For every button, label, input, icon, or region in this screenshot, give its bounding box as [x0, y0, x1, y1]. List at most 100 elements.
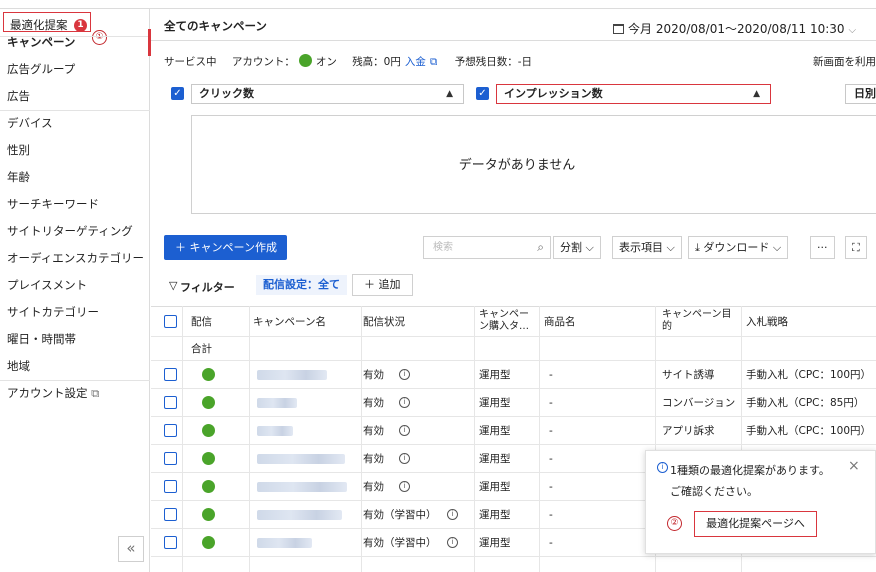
table-row[interactable]: 有効 i 運用型 - コンバージョン 手動入札（CPC：85円） [151, 389, 876, 417]
delivery-filter-pill[interactable]: 配信設定：全て [256, 275, 347, 295]
info-icon[interactable]: i [399, 369, 410, 380]
metric2-select[interactable]: インプレッション数 ▲ [496, 84, 771, 104]
row-product: - [549, 397, 553, 409]
close-icon[interactable]: × [848, 458, 860, 474]
create-campaign-button[interactable]: ＋ キャンペーン作成 [164, 235, 287, 260]
row-purchase-type: 運用型 [479, 397, 511, 409]
deposit-link[interactable]: 入金 [405, 56, 426, 68]
header-delivery-status: 配信状況 [363, 316, 405, 328]
filter-icon: ▽ [169, 279, 178, 292]
metric2-checkbox[interactable]: ✓ [476, 87, 489, 100]
new-screen-link[interactable]: 新画面を利用 [813, 54, 876, 69]
columns-button[interactable]: 表示項目 ⌵ [612, 236, 682, 259]
row-purchase-type: 運用型 [479, 509, 511, 521]
date-range-picker[interactable]: 今月 2020/08/01〜2020/08/11 10:30 ⌵ [613, 20, 856, 37]
sidebar-item[interactable]: 曜日・時間帯 [0, 326, 150, 353]
campaign-name-redacted[interactable] [257, 426, 293, 436]
row-checkbox[interactable] [164, 508, 177, 521]
split-button[interactable]: 分割 ⌵ [553, 236, 601, 259]
campaign-name-redacted[interactable] [257, 398, 297, 408]
sidebar-item-label: プレイスメント [7, 278, 88, 292]
row-checkbox[interactable] [164, 368, 177, 381]
table-row[interactable]: 有効 i 運用型 - サイト誘導 手動入札（CPC：100円） [151, 361, 876, 389]
add-filter-button[interactable]: ＋ 追加 [352, 274, 413, 296]
header-campaign-name: キャンペーン名 [253, 316, 326, 328]
select-all-checkbox[interactable] [164, 315, 177, 328]
campaign-name-redacted[interactable] [257, 538, 312, 548]
metric1-select[interactable]: クリック数 ▲ [191, 84, 464, 104]
row-checkbox[interactable] [164, 480, 177, 493]
sidebar-item[interactable]: 地域 [0, 353, 150, 380]
row-product: - [549, 509, 553, 521]
sidebar-item-label: キャンペーン [7, 35, 76, 49]
row-checkbox[interactable] [164, 536, 177, 549]
sidebar-divider [0, 380, 150, 381]
row-bidding: 手動入札（CPC：100円） [746, 369, 872, 381]
campaign-name-redacted[interactable] [257, 454, 345, 464]
sidebar-item[interactable]: アカウント設定 ⧉ [0, 380, 150, 407]
delivery-on-icon [202, 536, 215, 549]
sidebar-item[interactable]: キャンペーン [0, 29, 151, 56]
no-data-message: データがありません [458, 158, 576, 173]
metric1-checkbox[interactable]: ✓ [171, 87, 184, 100]
row-purchase-type: 運用型 [479, 453, 511, 465]
chart-area: データがありません [191, 115, 876, 214]
info-icon[interactable]: i [447, 509, 458, 520]
select-arrows-icon: ▲ [446, 89, 453, 99]
info-icon[interactable]: i [447, 537, 458, 548]
sidebar-divider [0, 110, 150, 111]
sidebar-item[interactable]: 性別 [0, 137, 150, 164]
sidebar-item[interactable]: 広告 [0, 83, 150, 110]
row-checkbox[interactable] [164, 396, 177, 409]
column-divider [361, 306, 362, 572]
external-link-icon: ⧉ [87, 386, 100, 400]
expand-button[interactable]: ⛶ [845, 236, 867, 259]
sidebar-item[interactable]: 年齢 [0, 164, 150, 191]
sidebar-item[interactable]: プレイスメント [0, 272, 150, 299]
chevron-down-icon: ⌵ [848, 25, 857, 36]
row-goal: サイト誘導 [662, 369, 715, 381]
search-input[interactable]: 検索 ⌕ [423, 236, 551, 259]
annotation-marker-2: ② [667, 516, 682, 531]
sidebar-item[interactable]: デバイス [0, 110, 150, 137]
table-row[interactable]: 有効 i 運用型 - アプリ訴求 手動入札（CPC：100円） [151, 417, 876, 445]
header-goal: キャンペーン目 的 [662, 309, 732, 332]
row-checkbox[interactable] [164, 424, 177, 437]
row-status: 有効 [363, 425, 384, 437]
metric1-value: クリック数 [199, 87, 254, 100]
sidebar-item-label: アカウント設定 [7, 386, 88, 400]
search-placeholder: 検索 [433, 242, 453, 253]
sidebar-item[interactable]: オーディエンスカテゴリー [0, 245, 150, 272]
info-icon[interactable]: i [399, 453, 410, 464]
info-icon[interactable]: i [399, 425, 410, 436]
external-link-icon[interactable]: ⧉ [430, 56, 438, 68]
select-arrows-icon: ▲ [753, 89, 760, 99]
sidebar-item[interactable]: サーチキーワード [0, 191, 150, 218]
delivery-on-icon [202, 452, 215, 465]
optimization-page-button[interactable]: 最適化提案ページへ [694, 511, 817, 537]
download-button[interactable]: ⤓ ダウンロード ⌵ [688, 236, 789, 259]
campaign-name-redacted[interactable] [257, 370, 327, 380]
columns-label: 表示項目 [619, 241, 663, 254]
more-button[interactable]: ··· [810, 236, 835, 259]
campaign-name-redacted[interactable] [257, 482, 347, 492]
collapse-sidebar-button[interactable]: « [118, 536, 144, 562]
info-icon[interactable]: i [399, 397, 410, 408]
campaign-name-redacted[interactable] [257, 510, 342, 520]
delivery-on-icon [202, 508, 215, 521]
row-purchase-type: 運用型 [479, 537, 511, 549]
search-icon[interactable]: ⌕ [537, 237, 544, 258]
period-select[interactable]: 日別 [845, 84, 876, 104]
row-purchase-type: 運用型 [479, 369, 511, 381]
header-purchase-type: キャンペー ン購入タ… [479, 309, 529, 332]
sidebar-item[interactable]: 広告グループ [0, 56, 150, 83]
sidebar-item[interactable]: サイトリターゲティング [0, 218, 150, 245]
row-checkbox[interactable] [164, 452, 177, 465]
info-icon[interactable]: i [399, 481, 410, 492]
row-product: - [549, 481, 553, 493]
sidebar-item[interactable]: サイトカテゴリー [0, 299, 150, 326]
table-total-row: 合計 [151, 337, 876, 361]
filter-label[interactable]: フィルター [180, 279, 235, 295]
info-icon: i [657, 462, 668, 473]
row-product: - [549, 369, 553, 381]
